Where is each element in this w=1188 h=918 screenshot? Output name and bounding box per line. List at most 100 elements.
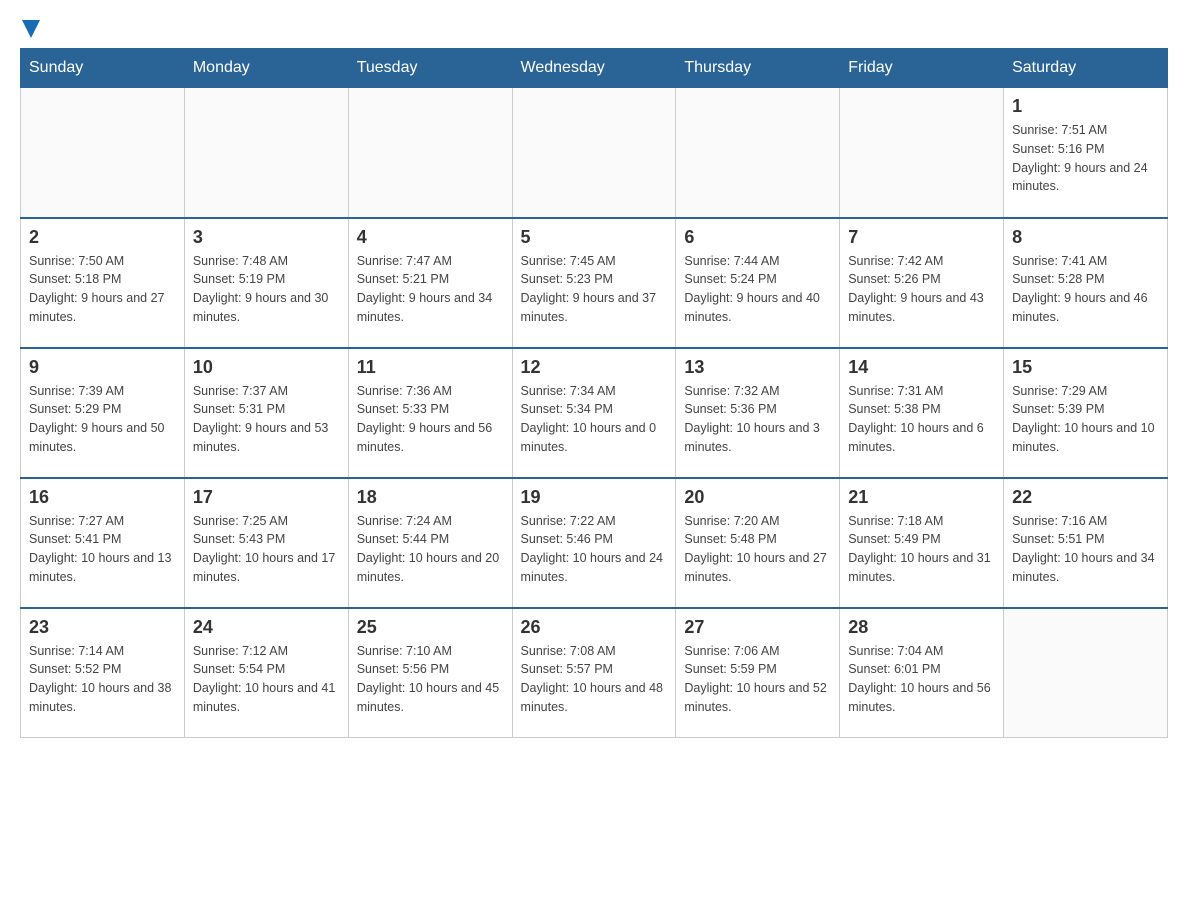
calendar-cell: 4Sunrise: 7:47 AMSunset: 5:21 PMDaylight… [348, 218, 512, 348]
calendar-week-row: 2 Sunrise: 7:50 AMSunset: 5:18 PMDaylight… [21, 218, 1168, 348]
day-info: Sunrise: 7:24 AMSunset: 5:44 PMDaylight:… [357, 512, 504, 587]
day-info: Sunrise: 7:06 AMSunset: 5:59 PMDaylight:… [684, 642, 831, 717]
day-number: 23 [29, 617, 176, 638]
calendar-cell: 7 Sunrise: 7:42 AMSunset: 5:26 PMDaylight… [840, 218, 1004, 348]
calendar-cell: 8 Sunrise: 7:41 AMSunset: 5:28 PMDaylight… [1004, 218, 1168, 348]
weekday-header-monday: Monday [184, 49, 348, 88]
day-number: 5 [521, 227, 668, 248]
calendar-cell: 21 Sunrise: 7:18 AMSunset: 5:49 PMDayligh… [840, 478, 1004, 608]
calendar-cell: 20 Sunrise: 7:20 AMSunset: 5:48 PMDayligh… [676, 478, 840, 608]
calendar-week-row: 9 Sunrise: 7:39 AMSunset: 5:29 PMDaylight… [21, 348, 1168, 478]
day-number: 26 [521, 617, 668, 638]
day-number: 19 [521, 487, 668, 508]
day-number: 7 [848, 227, 995, 248]
day-info: Sunrise: 7:29 AMSunset: 5:39 PMDaylight:… [1012, 382, 1159, 457]
day-number: 13 [684, 357, 831, 378]
calendar-week-row: 16 Sunrise: 7:27 AMSunset: 5:41 PMDayligh… [21, 478, 1168, 608]
day-number: 17 [193, 487, 340, 508]
calendar-cell [512, 88, 676, 218]
day-number: 9 [29, 357, 176, 378]
day-number: 8 [1012, 227, 1159, 248]
logo-triangle-icon [22, 20, 40, 38]
day-number: 12 [521, 357, 668, 378]
calendar-cell: 23 Sunrise: 7:14 AMSunset: 5:52 PMDayligh… [21, 608, 185, 738]
day-number: 11 [357, 357, 504, 378]
calendar-cell: 27 Sunrise: 7:06 AMSunset: 5:59 PMDayligh… [676, 608, 840, 738]
day-info: Sunrise: 7:20 AMSunset: 5:48 PMDaylight:… [684, 512, 831, 587]
calendar-cell: 5 Sunrise: 7:45 AMSunset: 5:23 PMDaylight… [512, 218, 676, 348]
day-info: Sunrise: 7:34 AMSunset: 5:34 PMDaylight:… [521, 382, 668, 457]
calendar-cell: 26 Sunrise: 7:08 AMSunset: 5:57 PMDayligh… [512, 608, 676, 738]
calendar-cell: 11 Sunrise: 7:36 AMSunset: 5:33 PMDayligh… [348, 348, 512, 478]
day-number: 27 [684, 617, 831, 638]
weekday-header-row: SundayMondayTuesdayWednesdayThursdayFrid… [21, 49, 1168, 88]
calendar-cell: 10 Sunrise: 7:37 AMSunset: 5:31 PMDayligh… [184, 348, 348, 478]
calendar-cell: 2 Sunrise: 7:50 AMSunset: 5:18 PMDaylight… [21, 218, 185, 348]
weekday-header-tuesday: Tuesday [348, 49, 512, 88]
calendar-cell [21, 88, 185, 218]
day-info: Sunrise: 7:22 AMSunset: 5:46 PMDaylight:… [521, 512, 668, 587]
logo [20, 20, 40, 38]
day-info: Sunrise: 7:42 AMSunset: 5:26 PMDaylight:… [848, 252, 995, 327]
day-info: Sunrise: 7:48 AMSunset: 5:19 PMDaylight:… [193, 252, 340, 327]
calendar-cell: 18 Sunrise: 7:24 AMSunset: 5:44 PMDayligh… [348, 478, 512, 608]
day-number: 16 [29, 487, 176, 508]
calendar-cell: 22 Sunrise: 7:16 AMSunset: 5:51 PMDayligh… [1004, 478, 1168, 608]
day-number: 18 [357, 487, 504, 508]
calendar-cell: 24Sunrise: 7:12 AMSunset: 5:54 PMDayligh… [184, 608, 348, 738]
calendar-cell: 28Sunrise: 7:04 AMSunset: 6:01 PMDayligh… [840, 608, 1004, 738]
weekday-header-friday: Friday [840, 49, 1004, 88]
calendar-cell [1004, 608, 1168, 738]
weekday-header-sunday: Sunday [21, 49, 185, 88]
page-header [20, 20, 1168, 38]
calendar-cell: 19 Sunrise: 7:22 AMSunset: 5:46 PMDayligh… [512, 478, 676, 608]
calendar-cell [676, 88, 840, 218]
calendar-cell [348, 88, 512, 218]
calendar-week-row: 1 Sunrise: 7:51 AMSunset: 5:16 PMDaylight… [21, 88, 1168, 218]
calendar-cell: 14 Sunrise: 7:31 AMSunset: 5:38 PMDayligh… [840, 348, 1004, 478]
day-info: Sunrise: 7:39 AMSunset: 5:29 PMDaylight:… [29, 382, 176, 457]
day-info: Sunrise: 7:04 AMSunset: 6:01 PMDaylight:… [848, 642, 995, 717]
weekday-header-wednesday: Wednesday [512, 49, 676, 88]
day-info: Sunrise: 7:12 AMSunset: 5:54 PMDaylight:… [193, 642, 340, 717]
calendar-cell: 25 Sunrise: 7:10 AMSunset: 5:56 PMDayligh… [348, 608, 512, 738]
day-info: Sunrise: 7:25 AMSunset: 5:43 PMDaylight:… [193, 512, 340, 587]
day-info: Sunrise: 7:37 AMSunset: 5:31 PMDaylight:… [193, 382, 340, 457]
day-number: 3 [193, 227, 340, 248]
day-number: 15 [1012, 357, 1159, 378]
calendar-table: SundayMondayTuesdayWednesdayThursdayFrid… [20, 48, 1168, 738]
day-number: 1 [1012, 96, 1159, 117]
day-number: 14 [848, 357, 995, 378]
calendar-cell: 9 Sunrise: 7:39 AMSunset: 5:29 PMDaylight… [21, 348, 185, 478]
calendar-cell: 13 Sunrise: 7:32 AMSunset: 5:36 PMDayligh… [676, 348, 840, 478]
day-info: Sunrise: 7:14 AMSunset: 5:52 PMDaylight:… [29, 642, 176, 717]
calendar-cell: 16 Sunrise: 7:27 AMSunset: 5:41 PMDayligh… [21, 478, 185, 608]
day-number: 10 [193, 357, 340, 378]
calendar-cell: 12 Sunrise: 7:34 AMSunset: 5:34 PMDayligh… [512, 348, 676, 478]
day-number: 6 [684, 227, 831, 248]
day-number: 20 [684, 487, 831, 508]
day-info: Sunrise: 7:45 AMSunset: 5:23 PMDaylight:… [521, 252, 668, 327]
calendar-cell: 17 Sunrise: 7:25 AMSunset: 5:43 PMDayligh… [184, 478, 348, 608]
calendar-cell: 15 Sunrise: 7:29 AMSunset: 5:39 PMDayligh… [1004, 348, 1168, 478]
calendar-cell: 3 Sunrise: 7:48 AMSunset: 5:19 PMDaylight… [184, 218, 348, 348]
day-info: Sunrise: 7:41 AMSunset: 5:28 PMDaylight:… [1012, 252, 1159, 327]
day-info: Sunrise: 7:36 AMSunset: 5:33 PMDaylight:… [357, 382, 504, 457]
day-info: Sunrise: 7:08 AMSunset: 5:57 PMDaylight:… [521, 642, 668, 717]
day-number: 2 [29, 227, 176, 248]
day-number: 22 [1012, 487, 1159, 508]
day-info: Sunrise: 7:16 AMSunset: 5:51 PMDaylight:… [1012, 512, 1159, 587]
calendar-cell: 1 Sunrise: 7:51 AMSunset: 5:16 PMDaylight… [1004, 88, 1168, 218]
day-info: Sunrise: 7:31 AMSunset: 5:38 PMDaylight:… [848, 382, 995, 457]
day-number: 25 [357, 617, 504, 638]
day-info: Sunrise: 7:51 AMSunset: 5:16 PMDaylight:… [1012, 121, 1159, 196]
day-info: Sunrise: 7:50 AMSunset: 5:18 PMDaylight:… [29, 252, 176, 327]
day-number: 21 [848, 487, 995, 508]
weekday-header-thursday: Thursday [676, 49, 840, 88]
weekday-header-saturday: Saturday [1004, 49, 1168, 88]
day-info: Sunrise: 7:32 AMSunset: 5:36 PMDaylight:… [684, 382, 831, 457]
day-info: Sunrise: 7:18 AMSunset: 5:49 PMDaylight:… [848, 512, 995, 587]
day-info: Sunrise: 7:10 AMSunset: 5:56 PMDaylight:… [357, 642, 504, 717]
day-info: Sunrise: 7:27 AMSunset: 5:41 PMDaylight:… [29, 512, 176, 587]
day-info: Sunrise: 7:47 AMSunset: 5:21 PMDaylight:… [357, 252, 504, 327]
